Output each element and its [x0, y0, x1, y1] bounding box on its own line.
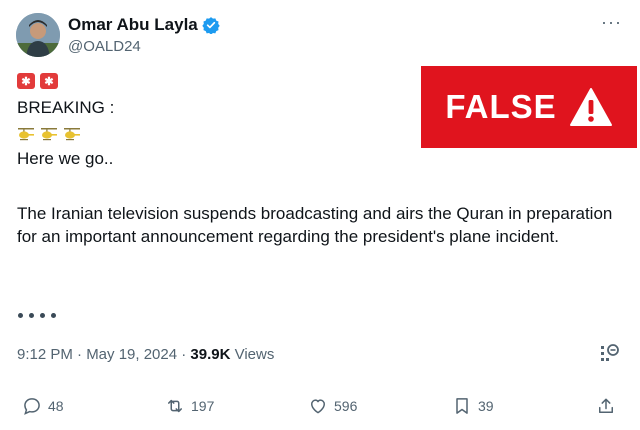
verified-badge-icon — [202, 17, 220, 34]
tweet: Omar Abu Layla @OALD24 ··· ✱ ✱ BREAKING … — [0, 0, 640, 430]
tweet-line-here-we-go: Here we go.. — [17, 149, 114, 168]
helicopter-emoji-row — [17, 127, 81, 141]
analytics-icon[interactable] — [598, 343, 620, 365]
share-icon — [599, 398, 613, 413]
repost-button[interactable]: 197 — [165, 396, 214, 416]
tweet-meta: 9:12 PM · May 19, 2024 · 39.9K Views — [17, 346, 274, 363]
bookmark-icon — [456, 398, 468, 414]
repost-icon — [168, 399, 182, 413]
false-fact-check-badge: FALSE — [421, 66, 637, 148]
ellipsis-emoji — [18, 313, 56, 318]
siren-icon: ✱ — [40, 73, 58, 89]
author-name[interactable]: Omar Abu Layla — [68, 15, 198, 35]
views-label: Views — [230, 346, 275, 363]
author-handle[interactable]: @OALD24 — [68, 38, 220, 55]
author-block: Omar Abu Layla @OALD24 — [68, 15, 220, 55]
more-options-icon[interactable]: ··· — [601, 12, 622, 33]
reply-button[interactable]: 48 — [22, 396, 64, 416]
profile-photo-icon — [16, 13, 60, 57]
helicopter-icon — [41, 128, 57, 141]
helicopter-icon — [18, 128, 34, 141]
views-count: 39.9K — [190, 346, 231, 363]
like-count: 596 — [334, 398, 358, 414]
bookmark-button[interactable]: 39 — [452, 396, 494, 416]
siren-emoji-row: ✱ ✱ — [17, 73, 58, 89]
reply-icon — [24, 398, 40, 415]
tweet-body: The Iranian television suspends broadcas… — [17, 204, 613, 246]
reply-count: 48 — [48, 398, 64, 414]
tweet-line-breaking: BREAKING : — [17, 98, 115, 117]
false-label: FALSE — [445, 88, 557, 125]
like-button[interactable]: 596 — [308, 396, 357, 416]
warning-icon — [569, 88, 612, 126]
heart-icon — [311, 399, 325, 414]
avatar[interactable] — [16, 13, 60, 57]
helicopter-icon — [64, 128, 80, 141]
bookmark-count: 39 — [478, 398, 494, 414]
siren-icon: ✱ — [17, 73, 35, 89]
repost-count: 197 — [191, 398, 215, 414]
action-bar: 48 197 596 39 — [0, 396, 640, 422]
share-button[interactable] — [596, 396, 616, 416]
timestamp[interactable]: 9:12 PM · May 19, 2024 · — [17, 346, 190, 363]
